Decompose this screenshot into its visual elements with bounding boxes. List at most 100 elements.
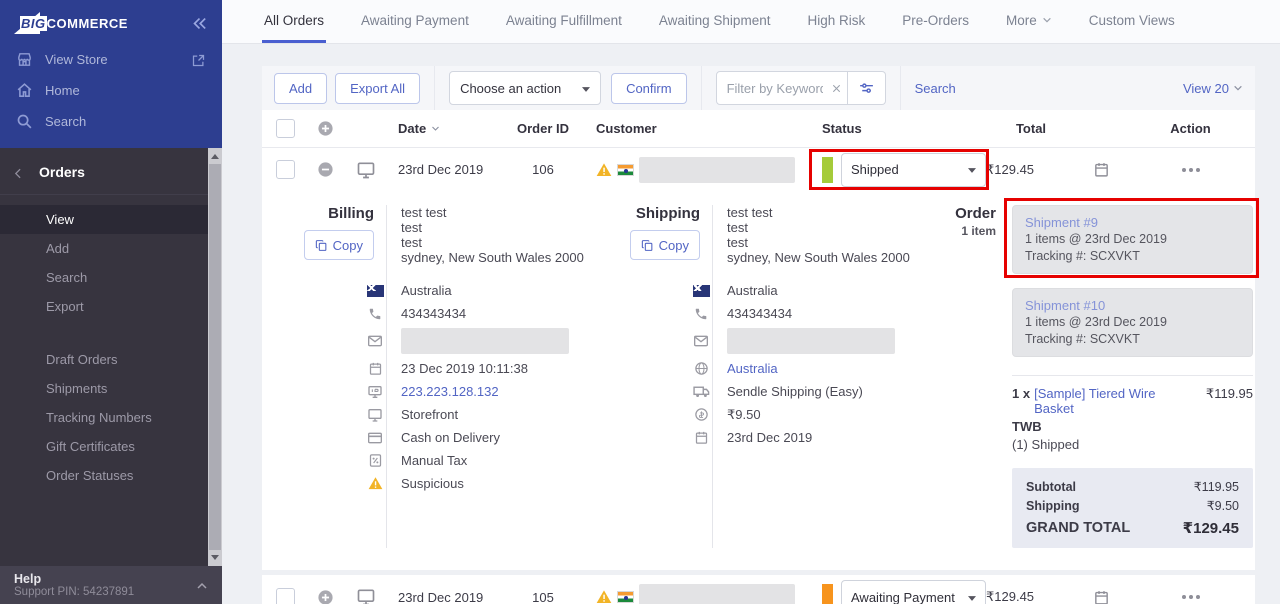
help-bar[interactable]: Help Support PIN: 54237891 [0, 566, 222, 604]
view-per-page-dropdown[interactable]: View 20 [1183, 81, 1243, 96]
tab-custom-views[interactable]: Custom Views [1087, 0, 1177, 43]
export-all-button[interactable]: Export All [335, 73, 420, 104]
sidebar-header: BIGCOMMERCE View Store Home Search [0, 0, 222, 148]
chevron-left-icon[interactable] [12, 164, 25, 179]
collapse-row-icon[interactable] [317, 161, 334, 178]
order-106-detail: Billing Copy test test test test sydney,… [262, 191, 1255, 570]
main-content: All Orders Awaiting Payment Awaiting Ful… [222, 0, 1280, 604]
order-notes-icon[interactable] [1093, 161, 1110, 178]
select-all-checkbox[interactable] [276, 119, 295, 138]
tab-awaiting-payment[interactable]: Awaiting Payment [359, 0, 471, 43]
row-actions-menu[interactable] [1126, 168, 1255, 172]
status-color-square [822, 584, 833, 604]
shipment-items-line: 1 items @ 23rd Dec 2019 [1025, 314, 1240, 331]
orders-panel: Add Export All Choose an action Confirm … [262, 66, 1255, 604]
sidebar-item-home[interactable]: Home [0, 75, 222, 106]
shipment-9-link[interactable]: Shipment #9 [1025, 214, 1240, 231]
chevron-up-icon[interactable] [196, 578, 208, 593]
bigcommerce-logo[interactable]: BIGCOMMERCE [14, 12, 191, 34]
column-header-status[interactable]: Status [818, 121, 986, 136]
column-header-order-id[interactable]: Order ID [517, 121, 569, 136]
risk-warning-icon [596, 589, 612, 604]
column-header-total[interactable]: Total [1016, 121, 1046, 136]
calendar-icon [368, 361, 383, 376]
sidebar-item-order-statuses[interactable]: Order Statuses [0, 461, 222, 490]
order-date: 23rd Dec 2019 [398, 590, 483, 604]
sidebar-item-view-store[interactable]: View Store [0, 44, 222, 75]
collapse-sidebar-icon[interactable] [191, 15, 208, 32]
sidebar-item-shipments[interactable]: Shipments [0, 374, 222, 403]
truck-icon [693, 383, 710, 400]
clear-filter-icon[interactable] [831, 80, 842, 95]
shipping-date: 23rd Dec 2019 [727, 430, 812, 445]
billing-phone: 434343434 [401, 306, 466, 321]
email-icon [367, 333, 383, 349]
advanced-filter-button[interactable] [848, 71, 886, 105]
confirm-button[interactable]: Confirm [611, 73, 687, 104]
column-header-action[interactable]: Action [1170, 121, 1210, 136]
caret-down-icon [968, 162, 976, 177]
shipping-method: Sendle Shipping (Easy) [727, 384, 863, 399]
billing-country: Australia [401, 283, 452, 298]
row-checkbox[interactable] [276, 588, 295, 604]
shipping-section: Shipping Copy test test test test sydney… [624, 205, 924, 548]
tab-more[interactable]: More [1004, 0, 1054, 43]
calendar-icon [694, 430, 709, 445]
status-dropdown[interactable]: Shipped [841, 153, 986, 187]
row-actions-menu[interactable] [1126, 595, 1255, 599]
risk-warning-icon [368, 476, 383, 491]
nav-label: Search [45, 114, 86, 129]
expand-all-icon[interactable] [317, 120, 334, 137]
keyword-filter-input[interactable] [716, 71, 848, 105]
search-link[interactable]: Search [915, 81, 956, 96]
sidebar-item-gift-certificates[interactable]: Gift Certificates [0, 432, 222, 461]
scrollbar-thumb[interactable] [209, 164, 221, 550]
shipping-zone-link[interactable]: Australia [727, 361, 778, 376]
shipment-9-box: Shipment #9 1 items @ 23rd Dec 2019 Trac… [1012, 205, 1253, 274]
copy-icon [641, 239, 654, 252]
copy-icon [315, 239, 328, 252]
row-checkbox[interactable] [276, 160, 295, 179]
copy-billing-button[interactable]: Copy [304, 230, 374, 260]
nav-label: View Store [45, 52, 108, 67]
status-dropdown[interactable]: Awaiting Payment [841, 580, 986, 604]
billing-address: test test test test sydney, New South Wa… [401, 205, 598, 265]
sidebar-scrollbar[interactable] [208, 148, 222, 566]
order-title: Order [934, 205, 996, 222]
toolbar-divider [434, 66, 435, 110]
tab-awaiting-fulfillment[interactable]: Awaiting Fulfillment [504, 0, 624, 43]
sidebar-item-orders-search[interactable]: Search [0, 263, 222, 292]
tab-pre-orders[interactable]: Pre-Orders [900, 0, 971, 43]
column-header-date[interactable]: Date [388, 121, 498, 136]
bulk-action-select[interactable]: Choose an action [449, 71, 601, 105]
scroll-up-icon[interactable] [211, 154, 219, 159]
tab-high-risk[interactable]: High Risk [805, 0, 867, 43]
sidebar-item-search[interactable]: Search [0, 106, 222, 137]
sidebar-item-tracking-numbers[interactable]: Tracking Numbers [0, 403, 222, 432]
scroll-down-icon[interactable] [211, 555, 219, 560]
sidebar-item-orders-view[interactable]: View [0, 205, 222, 234]
order-channel: Storefront [401, 407, 458, 422]
billing-email-redacted [401, 328, 569, 354]
copy-shipping-button[interactable]: Copy [630, 230, 700, 260]
status-color-square [822, 157, 833, 183]
australia-flag-icon [367, 285, 384, 297]
order-id: 105 [532, 590, 554, 604]
expand-row-icon[interactable] [317, 589, 334, 604]
product-name-link[interactable]: [Sample] Tiered Wire Basket [1034, 386, 1198, 416]
column-header-customer[interactable]: Customer [588, 121, 818, 136]
tab-awaiting-shipment[interactable]: Awaiting Shipment [657, 0, 773, 43]
tab-all-orders[interactable]: All Orders [262, 0, 326, 43]
sidebar-item-draft-orders[interactable]: Draft Orders [0, 345, 222, 374]
store-icon [16, 51, 33, 68]
order-date: 23rd Dec 2019 [398, 162, 483, 177]
sidebar-orders-section: Orders View Add Search Export Draft Orde… [0, 148, 222, 566]
sidebar-item-orders-add[interactable]: Add [0, 234, 222, 263]
search-icon [16, 113, 33, 130]
shipment-items-line: 1 items @ 23rd Dec 2019 [1025, 231, 1240, 248]
shipment-10-link[interactable]: Shipment #10 [1025, 297, 1240, 314]
ip-address-link[interactable]: 223.223.128.132 [401, 384, 499, 399]
order-notes-icon[interactable] [1093, 589, 1110, 604]
add-order-button[interactable]: Add [274, 73, 327, 104]
sidebar-item-orders-export[interactable]: Export [0, 292, 222, 321]
